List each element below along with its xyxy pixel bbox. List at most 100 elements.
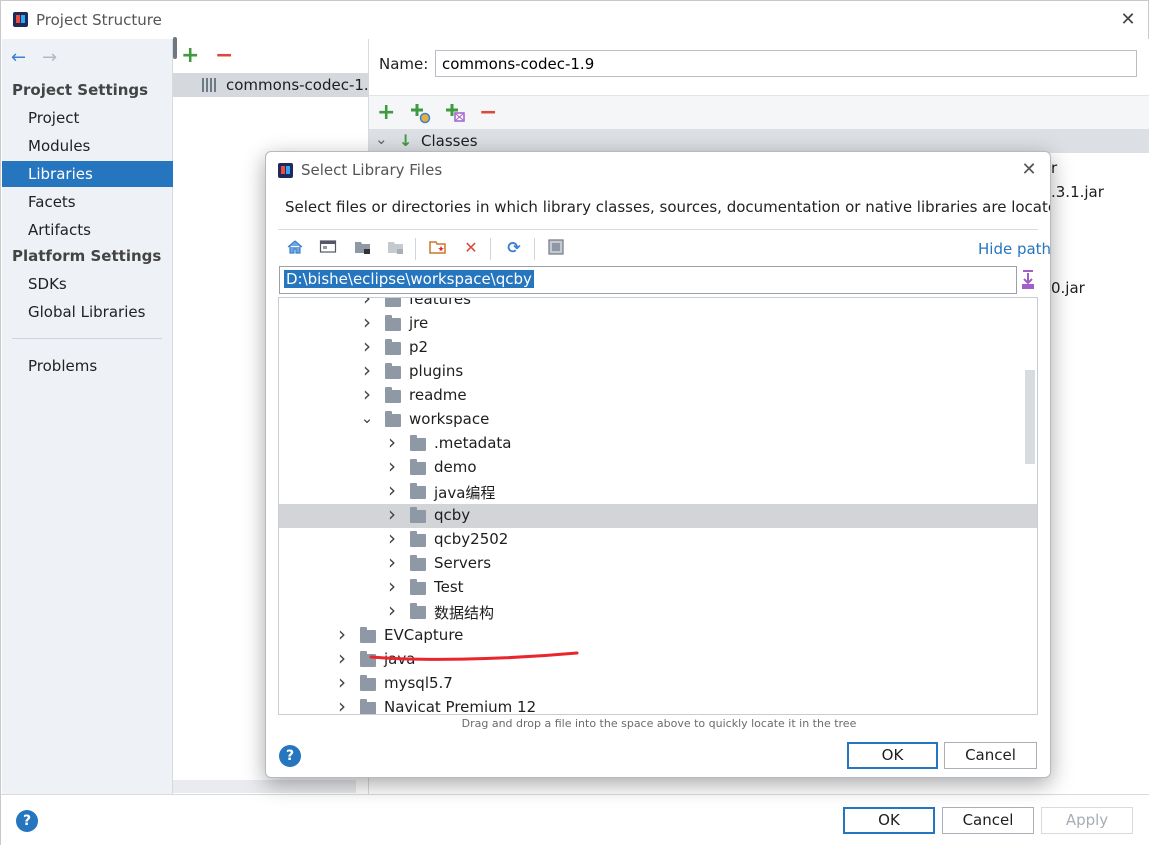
add-library-icon[interactable]: + (181, 45, 199, 67)
library-name-input[interactable] (435, 50, 1137, 77)
sidebar-item-problems[interactable]: Problems (2, 353, 173, 379)
vertical-scrollbar[interactable] (1025, 370, 1035, 464)
attach-sources-icon[interactable] (409, 102, 431, 129)
module-directory-icon[interactable] (386, 238, 406, 258)
chevron-down-icon[interactable]: ⌄ (360, 409, 374, 427)
tree-row[interactable]: › 数据结构 (279, 598, 1037, 624)
tree-row[interactable]: › readme (279, 382, 1037, 408)
back-arrow-icon[interactable]: ← (11, 47, 26, 68)
chevron-right-icon[interactable]: › (385, 502, 399, 526)
sidebar-item-artifacts[interactable]: Artifacts (2, 217, 173, 243)
chevron-right-icon[interactable]: › (360, 358, 374, 382)
attach-jar-icon[interactable] (444, 102, 466, 129)
tree-row[interactable]: › Test (279, 574, 1037, 600)
copy-library-icon[interactable] (173, 37, 177, 59)
tree-node-label: jre (409, 314, 429, 332)
chevron-right-icon[interactable]: › (360, 298, 374, 310)
remove-library-icon[interactable]: − (215, 45, 233, 67)
sidebar-item-modules[interactable]: Modules (2, 133, 173, 159)
library-list-item[interactable]: commons-codec-1. (173, 73, 369, 97)
chevron-right-icon[interactable]: › (335, 622, 349, 646)
add-root-icon[interactable]: + (377, 102, 395, 124)
tree-node-label: java编程 (434, 484, 496, 502)
path-text: D:\bishe\eclipse\workspace\qcby (284, 270, 534, 288)
tree-row[interactable]: › Navicat Premium 12 (279, 694, 1037, 714)
navigate-to-path-icon[interactable] (1019, 270, 1037, 290)
folder-icon (385, 339, 401, 355)
tree-node-label: 数据结构 (434, 604, 495, 622)
chevron-right-icon[interactable]: › (335, 694, 349, 714)
settings-sidebar: ← → Project Settings Project Modules Lib… (2, 39, 173, 794)
chevron-right-icon[interactable]: › (335, 670, 349, 694)
help-button[interactable]: ? (16, 810, 38, 832)
horizontal-scrollbar[interactable] (173, 780, 356, 793)
cancel-button[interactable]: Cancel (942, 807, 1034, 834)
delete-icon[interactable]: ✕ (461, 238, 481, 258)
forward-arrow-icon[interactable]: → (42, 47, 57, 68)
apply-button[interactable]: Apply (1041, 807, 1133, 834)
folder-icon (410, 555, 426, 571)
sidebar-item-project[interactable]: Project (2, 105, 173, 131)
chevron-right-icon[interactable]: › (385, 598, 399, 622)
sidebar-item-libraries[interactable]: Libraries (2, 161, 173, 187)
chevron-right-icon[interactable]: › (385, 430, 399, 454)
dialog-divider (278, 229, 1038, 230)
tree-row[interactable]: › plugins (279, 358, 1037, 384)
ok-button[interactable]: OK (843, 807, 935, 834)
classes-node[interactable]: ⌄ ↓ Classes (369, 129, 1149, 153)
window-title: Project Structure (36, 11, 162, 29)
sidebar-item-global-libraries[interactable]: Global Libraries (2, 299, 173, 325)
tree-row[interactable]: › features (279, 298, 1037, 312)
show-hidden-files-icon[interactable] (546, 238, 566, 258)
remove-root-icon[interactable]: − (479, 102, 497, 124)
class-root-entry[interactable]: 0.jar (1051, 279, 1085, 297)
chevron-right-icon[interactable]: › (385, 454, 399, 478)
path-input[interactable]: D:\bishe\eclipse\workspace\qcby (279, 266, 1017, 294)
tree-row[interactable]: › p2 (279, 334, 1037, 360)
refresh-icon[interactable]: ⟳ (504, 238, 524, 258)
folder-icon (360, 627, 376, 643)
tree-row[interactable]: › demo (279, 454, 1037, 480)
tree-row[interactable]: › mysql5.7 (279, 670, 1037, 696)
tree-node-label: plugins (409, 362, 464, 380)
classes-root-icon: ↓ (399, 131, 413, 150)
close-icon[interactable]: ✕ (1117, 9, 1139, 31)
class-root-entry[interactable]: .3.1.jar (1051, 183, 1104, 201)
tree-row[interactable]: ⌄ workspace (279, 408, 1037, 432)
window-button-bar: ? OK Cancel Apply (1, 794, 1149, 845)
chevron-right-icon[interactable]: › (385, 550, 399, 574)
chevron-right-icon[interactable]: › (360, 310, 374, 334)
hide-path-link[interactable]: Hide path (978, 240, 1050, 258)
tree-row[interactable]: › EVCapture (279, 622, 1037, 648)
chevron-right-icon[interactable]: › (385, 478, 399, 502)
sidebar-item-facets[interactable]: Facets (2, 189, 173, 215)
tree-row[interactable]: › java编程 (279, 478, 1037, 504)
desktop-icon[interactable] (318, 238, 338, 258)
class-root-entry[interactable]: r (1051, 159, 1057, 177)
cancel-button[interactable]: Cancel (944, 742, 1037, 769)
home-icon[interactable] (285, 238, 305, 258)
intellij-app-icon (278, 163, 293, 178)
new-folder-icon[interactable] (428, 238, 448, 258)
tree-row[interactable]: › qcby2502 (279, 526, 1037, 552)
sidebar-item-sdks[interactable]: SDKs (2, 271, 173, 297)
tree-row[interactable]: › jre (279, 310, 1037, 336)
folder-icon (410, 507, 426, 523)
close-icon[interactable]: ✕ (1018, 159, 1040, 181)
chevron-right-icon[interactable]: › (360, 382, 374, 406)
file-tree[interactable]: › features › jre › p2 › plugins › readme ⌄ workspac… (278, 297, 1038, 715)
tree-row[interactable]: › .metadata (279, 430, 1037, 456)
chevron-right-icon[interactable]: › (335, 646, 349, 670)
chevron-down-icon[interactable]: ⌄ (375, 130, 388, 148)
chevron-right-icon[interactable]: › (385, 526, 399, 550)
help-button[interactable]: ? (279, 745, 301, 767)
tree-row[interactable]: › qcby (279, 502, 1037, 528)
chevron-right-icon[interactable]: › (385, 574, 399, 598)
folder-icon (385, 363, 401, 379)
project-directory-icon[interactable] (353, 238, 373, 258)
chevron-right-icon[interactable]: › (360, 334, 374, 358)
ok-button[interactable]: OK (847, 742, 938, 769)
tree-node-label: p2 (409, 338, 429, 356)
tree-node-label: EVCapture (384, 626, 464, 644)
tree-row[interactable]: › Servers (279, 550, 1037, 576)
